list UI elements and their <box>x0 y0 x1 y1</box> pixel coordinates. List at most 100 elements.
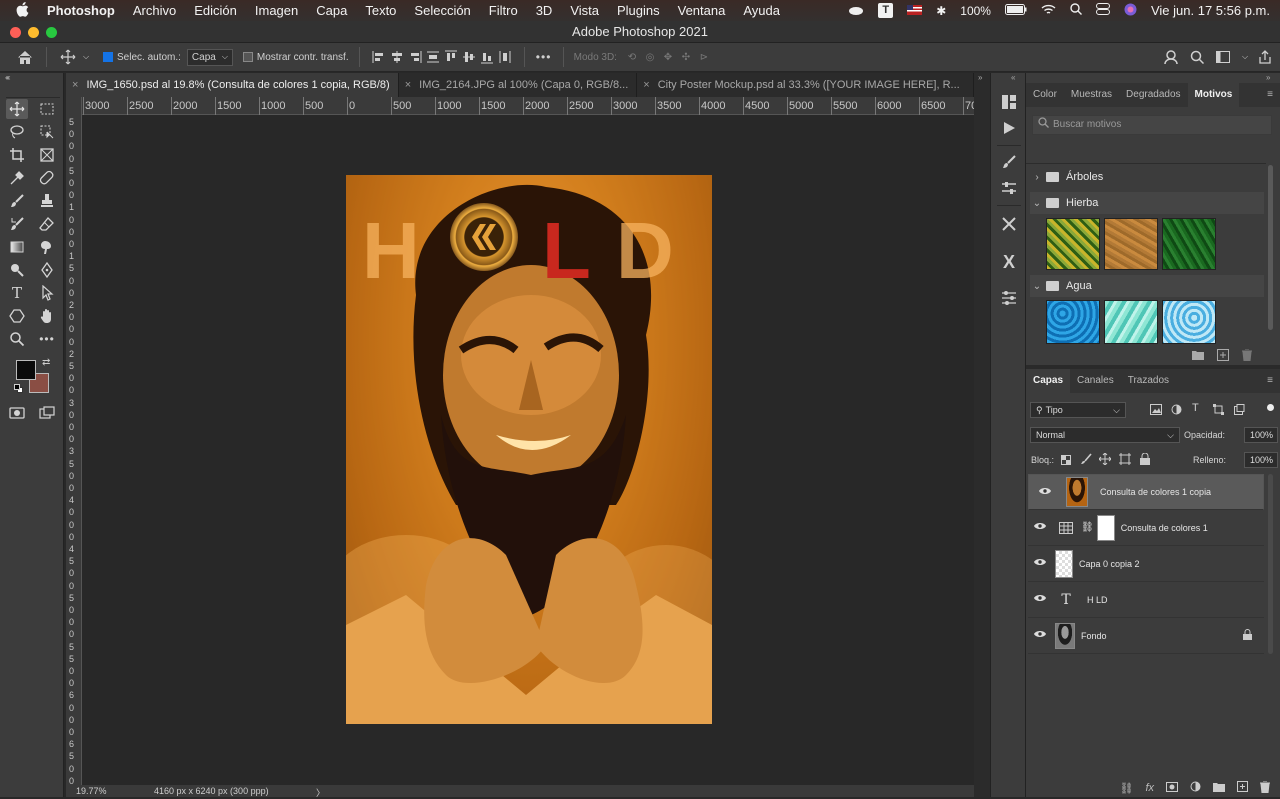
move-tool-icon[interactable] <box>6 99 28 119</box>
expand-panels-icon[interactable]: » <box>978 73 982 82</box>
show-transform-checkbox[interactable] <box>242 52 253 62</box>
new-group-folder-icon[interactable] <box>1192 350 1204 363</box>
app-menu[interactable]: Photoshop <box>38 3 124 18</box>
bluetooth-icon[interactable]: ✱ <box>936 4 946 18</box>
user-account-icon[interactable] <box>1162 47 1180 67</box>
fill-input[interactable]: 100% <box>1244 452 1278 468</box>
panel-menu-icon[interactable]: ≡ <box>1260 369 1280 393</box>
actions-play-icon[interactable] <box>1000 119 1018 137</box>
collapse-panels-icon[interactable]: « <box>6 73 10 82</box>
blend-mode-dropdown[interactable]: Normal ⌵ <box>1030 427 1180 443</box>
pattern-group-arboles[interactable]: › Árboles <box>1030 166 1264 188</box>
visibility-eye-icon[interactable] <box>1028 630 1052 641</box>
align-bottom-icon[interactable] <box>478 47 496 67</box>
foreground-color-swatch[interactable] <box>16 360 36 380</box>
align-hcenter-icon[interactable] <box>388 47 406 67</box>
patterns-search-input[interactable]: Buscar motivos <box>1032 115 1272 135</box>
history-panel-icon[interactable] <box>1000 93 1018 111</box>
history-brush-tool-icon[interactable] <box>6 214 28 234</box>
align-vcenter-icon[interactable] <box>460 47 478 67</box>
menu-texto[interactable]: Texto <box>356 3 405 18</box>
distribute-vertical-icon[interactable] <box>496 47 514 67</box>
lock-all-icon[interactable] <box>1140 452 1150 468</box>
layer-filter-dropdown[interactable]: ⚲ Tipo ⌵ <box>1030 402 1126 418</box>
layers-scrollbar[interactable] <box>1268 474 1273 654</box>
swap-colors-icon[interactable]: ⇄ <box>42 357 50 368</box>
menu-imagen[interactable]: Imagen <box>246 3 307 18</box>
filter-pixel-icon[interactable] <box>1150 404 1162 418</box>
marquee-tool-icon[interactable] <box>36 99 58 119</box>
home-icon[interactable] <box>16 47 34 67</box>
clone-stamp-tool-icon[interactable] <box>36 191 58 211</box>
frame-tool-icon[interactable] <box>36 145 58 165</box>
delete-pattern-icon[interactable] <box>1242 348 1252 364</box>
new-group-icon[interactable] <box>1213 782 1225 795</box>
tab-img-1650[interactable]: × IMG_1650.psd al 19.8% (Consulta de colo… <box>66 73 399 97</box>
close-tab-icon[interactable]: × <box>643 79 649 91</box>
visibility-eye-icon[interactable] <box>1028 594 1052 605</box>
flag-icon[interactable] <box>907 4 923 18</box>
menu-archivo[interactable]: Archivo <box>124 3 185 18</box>
control-center-icon[interactable] <box>1095 3 1110 18</box>
new-adjustment-icon[interactable] <box>1190 781 1201 795</box>
chevron-right-icon[interactable]: › <box>1030 172 1044 183</box>
menu-edicion[interactable]: Edición <box>185 3 246 18</box>
default-colors-icon[interactable] <box>14 384 24 394</box>
search-icon[interactable] <box>1188 47 1206 67</box>
status-menu-arrow[interactable]: 〉 <box>316 786 325 799</box>
dodge-tool-icon[interactable] <box>6 260 28 280</box>
lasso-tool-icon[interactable] <box>6 122 28 142</box>
tab-paths[interactable]: Trazados <box>1121 369 1176 393</box>
visibility-eye-icon[interactable] <box>1028 522 1052 533</box>
menu-ayuda[interactable]: Ayuda <box>734 3 789 18</box>
lock-transparent-icon[interactable] <box>1061 455 1071 468</box>
close-dock-icon[interactable]: » <box>1266 73 1270 82</box>
apple-menu-icon[interactable] <box>0 1 38 20</box>
opacity-input[interactable]: 100% <box>1244 427 1278 443</box>
close-tab-icon[interactable]: × <box>405 79 411 91</box>
wifi-icon[interactable] <box>1041 4 1056 18</box>
align-right-icon[interactable] <box>406 47 424 67</box>
screen-mode-icon[interactable] <box>36 403 58 423</box>
auto-select-dropdown[interactable]: Capa ⌵ <box>186 48 233 66</box>
lock-image-icon[interactable] <box>1081 453 1092 468</box>
gradient-tool-icon[interactable] <box>6 237 28 257</box>
patterns-scrollbar[interactable] <box>1268 165 1273 330</box>
menu-capa[interactable]: Capa <box>307 3 356 18</box>
zoom-level[interactable]: 19.77% <box>76 786 107 796</box>
text-app-icon[interactable]: T <box>878 3 894 18</box>
siri-icon[interactable] <box>1124 3 1137 19</box>
menu-ventana[interactable]: Ventana <box>669 3 735 18</box>
tab-patterns[interactable]: Motivos <box>1187 83 1240 107</box>
zoom-tool-icon[interactable] <box>6 329 28 349</box>
layer-row[interactable]: Fondo <box>1028 618 1264 654</box>
pen-tool-icon[interactable] <box>36 260 58 280</box>
cloud-icon[interactable] <box>848 4 864 18</box>
filter-adjustment-icon[interactable] <box>1171 404 1182 418</box>
visibility-eye-icon[interactable] <box>1033 487 1057 498</box>
new-pattern-icon[interactable] <box>1217 349 1229 364</box>
healing-brush-tool-icon[interactable] <box>36 168 58 188</box>
tab-color[interactable]: Color <box>1026 83 1064 107</box>
tab-layers[interactable]: Capas <box>1026 369 1071 393</box>
battery-icon[interactable] <box>1004 3 1027 18</box>
eraser-tool-icon[interactable] <box>36 214 58 234</box>
close-tab-icon[interactable]: × <box>72 79 78 91</box>
tab-img-2164[interactable]: × IMG_2164.JPG al 100% (Capa 0, RGB/8... <box>399 73 638 97</box>
layer-row[interactable]: T H LD <box>1028 582 1264 618</box>
layer-style-fx-icon[interactable]: fx <box>1145 782 1154 794</box>
pattern-swatch-grass-3[interactable] <box>1162 218 1216 270</box>
shape-tool-icon[interactable] <box>6 306 28 326</box>
menu-3d[interactable]: 3D <box>527 3 562 18</box>
chevron-down-icon[interactable]: ⌵ <box>77 47 95 67</box>
delete-layer-icon[interactable] <box>1260 780 1270 796</box>
chevron-down-icon[interactable]: ⌄ <box>1030 198 1044 209</box>
crop-tool-icon[interactable] <box>6 145 28 165</box>
menu-plugins[interactable]: Plugins <box>608 3 669 18</box>
spotlight-icon[interactable] <box>1070 3 1082 18</box>
edit-toolbar-icon[interactable]: ••• <box>36 329 58 349</box>
canvas-area[interactable]: H L D <box>82 115 974 785</box>
path-selection-tool-icon[interactable] <box>36 283 58 303</box>
workspace-icon[interactable] <box>1214 47 1232 67</box>
chevron-down-icon[interactable]: ⌄ <box>1030 281 1044 292</box>
